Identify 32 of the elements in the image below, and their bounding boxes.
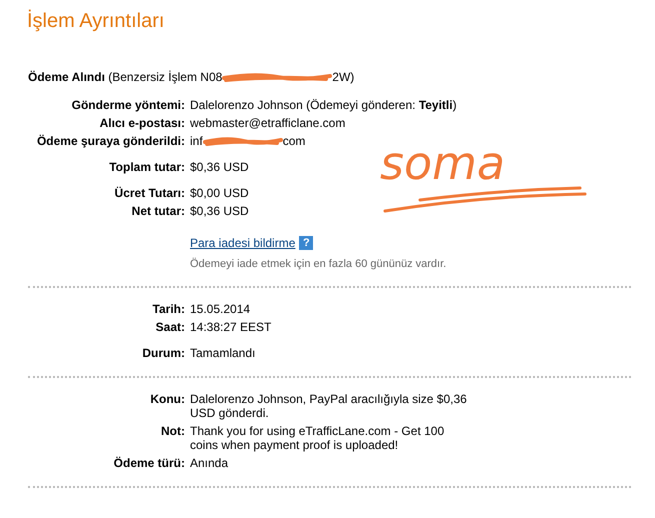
field-value: $0,36 USD [190, 204, 250, 218]
help-icon[interactable]: ? [299, 236, 314, 250]
field-value: Tamamlandı [190, 346, 256, 360]
field-value: 14:38:27 EEST [190, 320, 272, 334]
transaction-text: (Benzersiz İşlem N08 [108, 70, 222, 84]
field-value: com [282, 134, 306, 148]
page-title: İşlem Ayrıntıları [27, 10, 164, 33]
field-value: Dalelorenzo Johnson (Ödemeyi gönderen: Teyitli) [190, 98, 458, 112]
field-label: Durum: [141, 346, 186, 360]
transaction-text: 2W) [332, 70, 354, 84]
field-label: Net tutar: [130, 204, 186, 218]
field-label: Tarih: [152, 302, 186, 316]
field-label: Alıcı e-postası: [98, 116, 186, 130]
field-label: Ödeme şuraya gönderildi: [36, 134, 186, 148]
field-label: Toplam tutar: [108, 160, 186, 174]
refund-link[interactable]: Para iadesi bildirme [190, 236, 296, 250]
hint-text: Ödemeyi iade etmek için en fazla 60 gününüz vardır. [190, 258, 446, 270]
field-label: Saat: [154, 320, 186, 334]
field-label: Ödeme türü: [112, 456, 186, 470]
field-label: Ücret Tutarı: [114, 186, 186, 200]
status-label: Ödeme Alındı [28, 70, 105, 84]
field-label: Konu: [149, 392, 186, 406]
field-value: $0,00 USD [190, 186, 250, 200]
field-label: Not: [160, 424, 186, 438]
field-value: inf [190, 134, 203, 148]
field-value: 15.05.2014 [190, 302, 252, 316]
field-value: Thank you for using eTrafficLane.com - Get 100 coins when payment proof is uploaded! [190, 424, 446, 452]
field-label: Gönderme yöntemi: [70, 98, 186, 112]
field-value: Anında [190, 456, 230, 470]
field-value: Dalelorenzo Johnson, PayPal aracılığıyla size $0,36 USD gönderdi. [190, 392, 468, 420]
field-value: webmaster@etrafficlane.com [190, 116, 346, 130]
handwritten-note: soma [380, 140, 506, 186]
